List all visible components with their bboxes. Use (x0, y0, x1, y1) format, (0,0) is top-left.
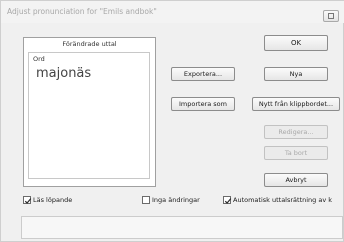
new-from-clipboard-button[interactable]: Nytt från klippbordet... (252, 97, 340, 111)
window-title: Adjust pronunciation for "Emils andbok" (7, 7, 157, 16)
checkmark-icon (224, 198, 232, 204)
changed-pronunciations-panel: Förändrade uttal Ord majonäs (23, 37, 156, 187)
checkbox-label: Läs löpande (33, 196, 73, 204)
checkmark-icon (24, 198, 32, 204)
checkbox-box[interactable] (223, 196, 232, 204)
status-bar (21, 216, 343, 239)
checkbox-label: Inga ändringar (152, 196, 200, 204)
edit-button[interactable]: Redigera... (264, 125, 328, 139)
cancel-button[interactable]: Avbryt (264, 173, 328, 187)
import-button[interactable]: Importera som (171, 97, 235, 111)
export-button[interactable]: Exportera... (171, 67, 235, 81)
no-changes-checkbox[interactable]: Inga ändringar (142, 196, 200, 204)
ok-button[interactable]: OK (264, 35, 328, 51)
panel-header: Förändrade uttal (62, 40, 117, 48)
read-continuous-checkbox[interactable]: Läs löpande (23, 196, 72, 204)
list-item[interactable]: majonäs (36, 66, 91, 81)
checkbox-box[interactable] (23, 196, 32, 204)
auto-correction-checkbox[interactable]: Automatisk uttalsrättning av k (223, 196, 332, 204)
checkbox-label: Automatisk uttalsrättning av k (233, 196, 333, 204)
word-column-header: Ord (33, 55, 45, 63)
new-button[interactable]: Nya (264, 67, 328, 81)
adjust-pronunciation-dialog: Adjust pronunciation for "Emils andbok" … (0, 0, 344, 242)
checkbox-box[interactable] (142, 196, 150, 204)
title-bar: Adjust pronunciation for "Emils andbok" (1, 1, 344, 23)
close-button[interactable] (323, 10, 339, 22)
word-list[interactable]: Ord majonäs (28, 52, 150, 179)
close-icon (328, 13, 334, 19)
delete-button[interactable]: Ta bort (264, 146, 328, 160)
